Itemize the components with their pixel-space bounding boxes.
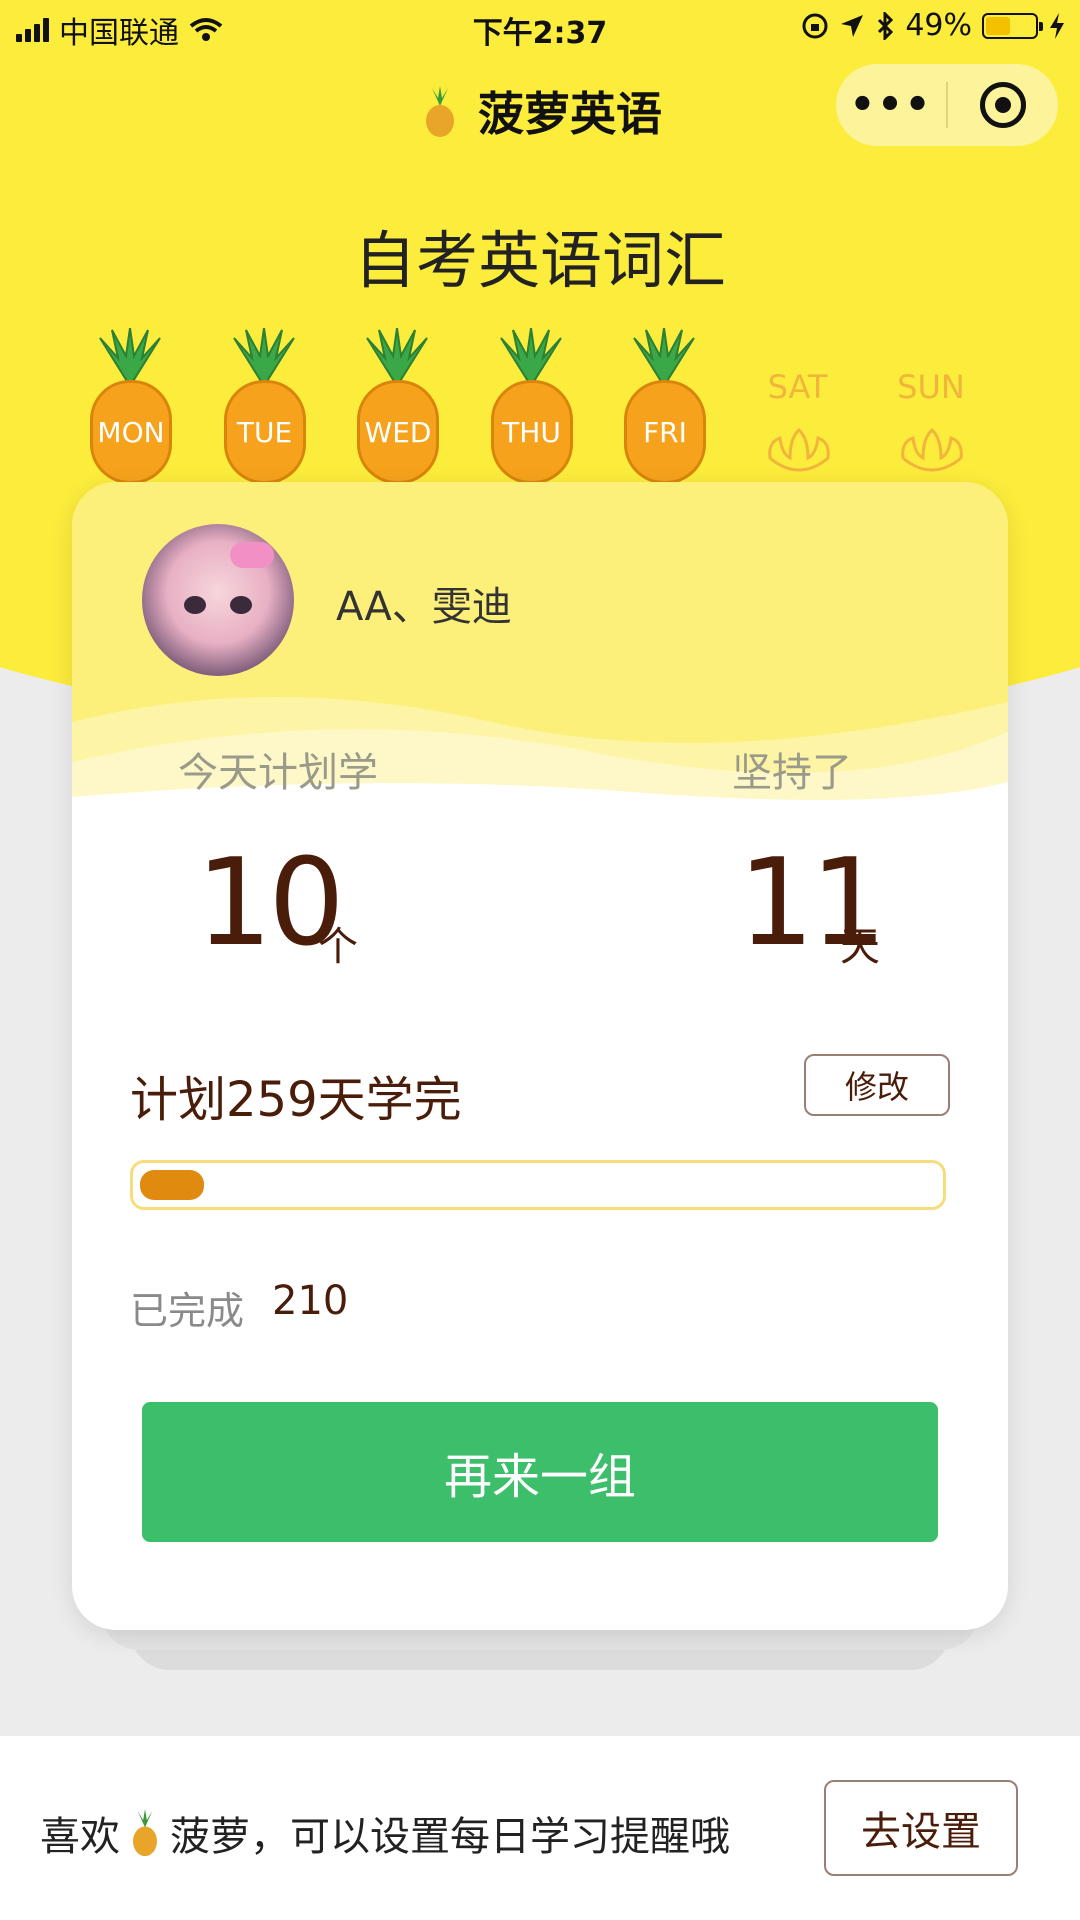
pineapple-icon [133,1809,157,1857]
reminder-tip-prefix: 喜欢 [40,1814,120,1860]
completed-label: 已完成 [130,1289,245,1333]
study-again-button[interactable]: 再来一组 [142,1402,938,1542]
streak-label: 坚持了 [732,750,852,796]
close-mini-program-button[interactable] [948,82,1058,128]
progress-bar [130,1160,946,1210]
today-plan-label: 今天计划学 [178,750,378,796]
day-thu: THU [481,328,581,488]
reminder-tip-text: 菠萝，可以设置每日学习提醒哦 [170,1814,730,1860]
battery-icon [982,12,1043,39]
day-mon: MON [80,328,180,488]
day-sun: SUN [881,328,981,488]
empty-day-icon [901,427,963,472]
plan-duration-text: 计划259天学完 [130,1072,462,1128]
edit-plan-button[interactable]: 修改 [804,1054,950,1116]
day-pineapple: MON [90,380,172,484]
avatar-bow [230,542,274,568]
empty-day-icon [767,427,830,472]
day-pineapple: WED [357,380,439,484]
day-tue: TUE [214,328,314,488]
completed-value: 210 [272,1278,349,1324]
battery-percent: 49% [905,8,972,43]
pineapple-leaves-icon [499,328,562,388]
status-bar: 中国联通 下午2:37 49% [0,0,1080,56]
status-right-group: 49% [801,8,1066,43]
more-dots-icon[interactable]: ••• [836,82,946,128]
day-pineapple: THU [490,380,573,484]
day-pineapple: FRI [624,380,706,484]
battery-level [986,16,1010,35]
reminder-bar: 喜欢 菠萝，可以设置每日学习提醒哦 去设置 [0,1736,1080,1920]
pineapple-leaves-icon [366,328,428,388]
reminder-tip: 喜欢 菠萝，可以设置每日学习提醒哦 [40,1804,730,1862]
streak-unit: 天 [840,924,880,970]
progress-fill [140,1170,204,1200]
pineapple-leaves-icon [232,328,295,388]
day-sat: SAT [748,328,848,488]
study-card: AA、雯迪 今天计划学 坚持了 10 个 11 天 计划259天学完 修改 已完… [72,482,1008,1630]
nav-title-text: 菠萝英语 [478,87,662,141]
pineapple-icon [425,86,454,137]
orientation-lock-icon [802,13,828,38]
day-label: SUN [897,368,965,406]
bluetooth-icon [878,11,894,40]
pineapple-leaves-icon [99,328,161,388]
day-pineapple: TUE [223,380,306,484]
avatar-eye [184,596,206,614]
today-plan-unit: 个 [318,924,358,970]
day-wed: WED [347,328,447,488]
mini-program-capsule: ••• [836,64,1058,146]
day-fri: FRI [614,328,714,488]
avatar[interactable] [142,524,294,676]
day-label: SAT [767,368,828,406]
avatar-eye [230,596,252,614]
target-icon [980,82,1026,128]
username: AA、雯迪 [336,584,512,630]
page-title: 自考英语词汇 [353,224,726,297]
week-checkin-row: MON TUE WED THU FRI SAT SUN [80,328,1000,488]
go-settings-button[interactable]: 去设置 [824,1780,1018,1876]
pineapple-leaves-icon [633,328,695,388]
charging-icon [1050,12,1064,39]
location-icon [841,14,864,37]
